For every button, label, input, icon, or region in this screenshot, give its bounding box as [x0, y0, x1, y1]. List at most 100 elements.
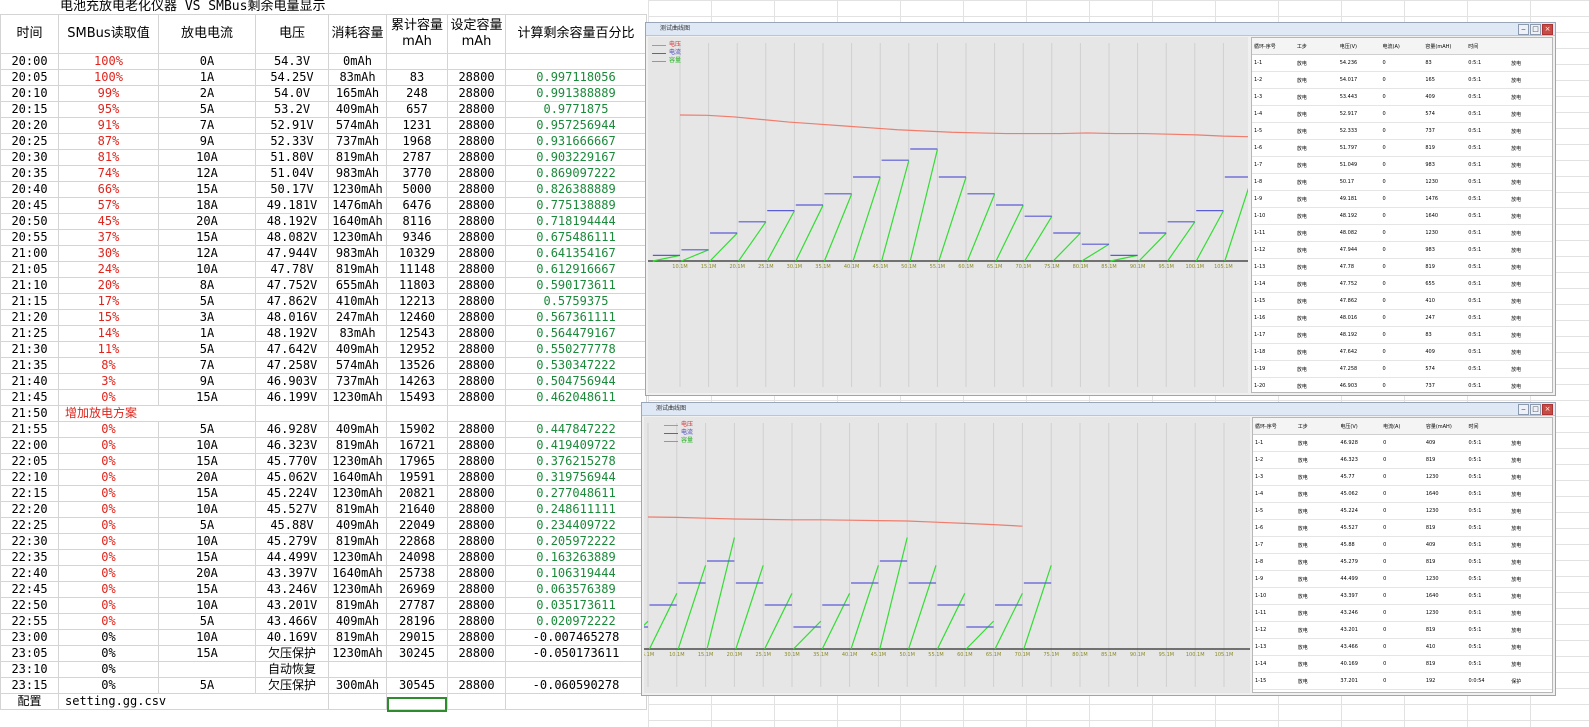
- results-column-header[interactable]: [1509, 38, 1552, 55]
- table-cell[interactable]: 7A: [158, 357, 256, 374]
- results-row[interactable]: 1-5 放电 45.224 0 1230 0:5:1 放电: [1253, 502, 1552, 520]
- table-cell[interactable]: 248: [386, 85, 448, 102]
- table-cell[interactable]: 0.641354167: [505, 245, 647, 262]
- table-cell[interactable]: 410mAh: [328, 293, 387, 310]
- table-cell[interactable]: 83mAh: [328, 325, 387, 342]
- table-cell[interactable]: 12952: [386, 341, 448, 358]
- table-cell[interactable]: 409mAh: [328, 101, 387, 118]
- results-row[interactable]: 1-14 放电 40.169 0 819 0:5:1 放电: [1253, 655, 1552, 673]
- results-row[interactable]: 1-13 放电 47.78 0 819 0:5:1 放电: [1252, 258, 1552, 276]
- table-cell[interactable]: 21:50: [0, 405, 59, 422]
- results-row[interactable]: 1-2 放电 54.017 0 165 0:5:1 放电: [1252, 71, 1552, 89]
- table-cell[interactable]: 12213: [386, 293, 448, 310]
- table-cell[interactable]: 22:45: [0, 581, 59, 598]
- table-cell[interactable]: [386, 53, 448, 70]
- table-cell[interactable]: 28800: [447, 101, 506, 118]
- table-cell[interactable]: 655mAh: [328, 277, 387, 294]
- table-cell[interactable]: 0.590173611: [505, 277, 647, 294]
- config-file[interactable]: setting.gg.csv: [58, 693, 329, 710]
- results-row[interactable]: 1-16 放电 48.016 0 247 0:5:1 放电: [1252, 309, 1552, 327]
- table-cell[interactable]: 0%: [58, 629, 159, 646]
- table-cell[interactable]: 18A: [158, 197, 256, 214]
- column-header[interactable]: 计算剩余容量百分比: [505, 14, 647, 54]
- table-cell[interactable]: 21:40: [0, 373, 59, 390]
- table-cell[interactable]: 46.323V: [255, 437, 329, 454]
- table-cell[interactable]: 5000: [386, 181, 448, 198]
- results-column-header[interactable]: [1509, 418, 1552, 435]
- table-cell[interactable]: 21:15: [0, 293, 59, 310]
- table-cell[interactable]: 0.931666667: [505, 133, 647, 150]
- plot-area-2[interactable]: 5.1M 10.1M 15.1M 20.1M 25.1M 30.1M 35.1M 40.1M 4…: [644, 417, 1250, 693]
- table-cell[interactable]: 3770: [386, 165, 448, 182]
- table-cell[interactable]: 0%: [58, 645, 159, 662]
- results-row[interactable]: 1-5 放电 52.333 0 737 0:5:1 放电: [1252, 122, 1552, 140]
- results-row[interactable]: 1-6 放电 51.797 0 819 0:5:1 放电: [1252, 139, 1552, 157]
- table-cell[interactable]: 21:35: [0, 357, 59, 374]
- minimize-button[interactable]: ‒: [1518, 404, 1529, 415]
- table-cell[interactable]: 819mAh: [328, 629, 387, 646]
- table-cell[interactable]: 409mAh: [328, 341, 387, 358]
- table-cell[interactable]: 0.991388889: [505, 85, 647, 102]
- table-cell[interactable]: 83mAh: [328, 69, 387, 86]
- table-cell[interactable]: 28800: [447, 165, 506, 182]
- table-cell[interactable]: 819mAh: [328, 437, 387, 454]
- table-cell[interactable]: 37%: [58, 229, 159, 246]
- table-cell[interactable]: 0.718194444: [505, 213, 647, 230]
- table-cell[interactable]: 0.675486111: [505, 229, 647, 246]
- table-cell[interactable]: 22:40: [0, 565, 59, 582]
- table-cell[interactable]: 21:00: [0, 245, 59, 262]
- table-cell[interactable]: 20A: [158, 213, 256, 230]
- table-cell[interactable]: 45.770V: [255, 453, 329, 470]
- table-cell[interactable]: 0.826388889: [505, 181, 647, 198]
- plot-area-1[interactable]: 10.1M 15.1M 20.1M 25.1M 30.1M 35.1M 40.1M 45.1M…: [648, 37, 1248, 393]
- results-row[interactable]: 1-19 放电 47.258 0 574 0:5:1 放电: [1252, 360, 1552, 378]
- table-cell[interactable]: 21:25: [0, 325, 59, 342]
- table-cell[interactable]: 20:00: [0, 53, 59, 70]
- table-cell[interactable]: 1230mAh: [328, 453, 387, 470]
- table-cell[interactable]: 15A: [158, 389, 256, 406]
- table-cell[interactable]: 14263: [386, 373, 448, 390]
- table-cell[interactable]: 24%: [58, 261, 159, 278]
- table-cell[interactable]: 1640mAh: [328, 213, 387, 230]
- table-cell[interactable]: 0.063576389: [505, 581, 647, 598]
- table-cell[interactable]: 20:15: [0, 101, 59, 118]
- table-cell[interactable]: 45.062V: [255, 469, 329, 486]
- table-cell[interactable]: 28800: [447, 277, 506, 294]
- table-cell[interactable]: 0%: [58, 565, 159, 582]
- table-cell[interactable]: 100%: [58, 53, 159, 70]
- table-cell[interactable]: 22:20: [0, 501, 59, 518]
- table-cell[interactable]: 12543: [386, 325, 448, 342]
- table-cell[interactable]: 0.234409722: [505, 517, 647, 534]
- results-row[interactable]: 1-11 放电 43.246 0 1230 0:5:1 放电: [1253, 604, 1552, 622]
- table-cell[interactable]: [255, 405, 329, 422]
- table-cell[interactable]: 0%: [58, 597, 159, 614]
- table-cell[interactable]: 20:55: [0, 229, 59, 246]
- results-row[interactable]: 1-4 放电 45.062 0 1640 0:5:1 放电: [1253, 485, 1552, 503]
- table-cell[interactable]: 40.169V: [255, 629, 329, 646]
- table-cell[interactable]: 5A: [158, 341, 256, 358]
- results-row[interactable]: 1-6 放电 45.527 0 819 0:5:1 放电: [1253, 519, 1552, 537]
- table-cell[interactable]: [386, 661, 448, 678]
- table-cell[interactable]: 5A: [158, 517, 256, 534]
- table-cell[interactable]: 20:05: [0, 69, 59, 86]
- table-cell[interactable]: 28800: [447, 629, 506, 646]
- table-cell[interactable]: 44.499V: [255, 549, 329, 566]
- table-cell[interactable]: 8A: [158, 277, 256, 294]
- table-cell[interactable]: 409mAh: [328, 613, 387, 630]
- table-cell[interactable]: 28800: [447, 517, 506, 534]
- table-cell[interactable]: 10A: [158, 501, 256, 518]
- table-cell[interactable]: 28800: [447, 325, 506, 342]
- table-cell[interactable]: 26969: [386, 581, 448, 598]
- table-cell[interactable]: 74%: [58, 165, 159, 182]
- table-cell[interactable]: 819mAh: [328, 501, 387, 518]
- table-cell[interactable]: 7A: [158, 117, 256, 134]
- restore-button[interactable]: □: [1530, 24, 1541, 35]
- table-cell[interactable]: 15%: [58, 309, 159, 326]
- table-cell[interactable]: 20A: [158, 469, 256, 486]
- table-cell[interactable]: 247mAh: [328, 309, 387, 326]
- table-cell[interactable]: 99%: [58, 85, 159, 102]
- table-cell[interactable]: 0.9771875: [505, 101, 647, 118]
- table-cell[interactable]: 0%: [58, 389, 159, 406]
- results-row[interactable]: 1-4 放电 52.917 0 574 0:5:1 放电: [1252, 105, 1552, 123]
- table-cell[interactable]: 16721: [386, 437, 448, 454]
